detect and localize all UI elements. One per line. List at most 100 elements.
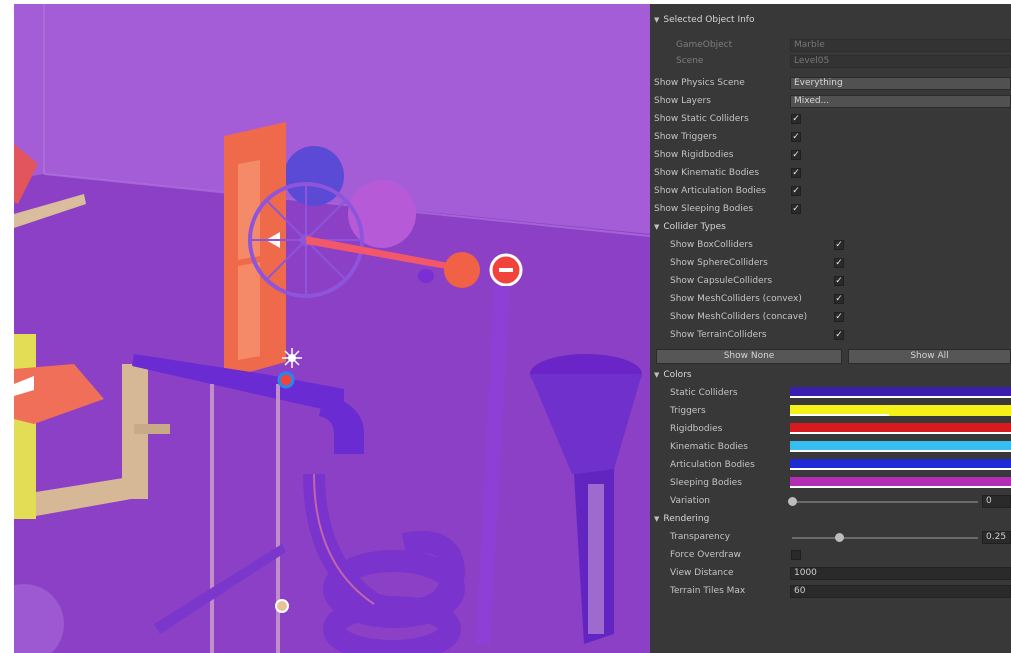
box-colliders-checkbox[interactable]: ✓: [834, 240, 844, 250]
mesh-colliders-convex-checkbox[interactable]: ✓: [834, 294, 844, 304]
collider-type-label: Show CapsuleColliders: [670, 276, 773, 286]
collider-type-label: Show SphereColliders: [670, 258, 768, 268]
color-label: Articulation Bodies: [670, 460, 755, 470]
orange-ball: [444, 252, 480, 288]
color-label: Kinematic Bodies: [670, 442, 748, 452]
transparency-row: Transparency 0.25: [650, 529, 1011, 546]
scene-row: Scene Level05: [650, 53, 1011, 70]
terrain-tiles-max-field[interactable]: 60: [790, 585, 1011, 598]
rigidbodies-color-swatch[interactable]: [790, 423, 1011, 434]
collider-type-row: Show TerrainColliders ✓: [650, 327, 1011, 344]
rigidbodies-checkbox[interactable]: ✓: [791, 150, 801, 160]
color-row: Triggers: [650, 403, 1011, 420]
colors-header[interactable]: ▼ Colors: [650, 367, 1011, 384]
collider-type-row: Show CapsuleColliders ✓: [650, 273, 1011, 290]
color-row: Sleeping Bodies: [650, 475, 1011, 492]
toggle-label: Show Kinematic Bodies: [654, 168, 760, 178]
toggle-label: Show Static Colliders: [654, 114, 749, 124]
physics-debug-panel: ▼ Selected Object Info GameObject Marble …: [650, 4, 1011, 653]
force-overdraw-row: Force Overdraw: [650, 547, 1011, 564]
mesh-colliders-concave-checkbox[interactable]: ✓: [834, 312, 844, 322]
color-label: Rigidbodies: [670, 424, 723, 434]
yellow-frame: [14, 334, 36, 519]
collider-type-label: Show MeshColliders (convex): [670, 294, 802, 304]
toggle-row: Show Sleeping Bodies ✓: [650, 201, 1011, 218]
color-row: Kinematic Bodies: [650, 439, 1011, 456]
articulation-bodies-color-swatch[interactable]: [790, 459, 1011, 470]
scene-viewport[interactable]: [14, 4, 650, 653]
show-buttons-row: Show None Show All: [650, 348, 1011, 365]
toggle-label: Show Rigidbodies: [654, 150, 734, 160]
toggle-row: Show Static Colliders ✓: [650, 111, 1011, 128]
show-physics-scene-label: Show Physics Scene: [654, 78, 745, 88]
triggers-color-swatch[interactable]: [790, 405, 1011, 416]
sleeping-bodies-color-swatch[interactable]: [790, 477, 1011, 488]
toggle-row: Show Articulation Bodies ✓: [650, 183, 1011, 200]
toggle-label: Show Sleeping Bodies: [654, 204, 754, 214]
color-label: Triggers: [670, 406, 706, 416]
transparency-value-field[interactable]: 0.25: [982, 531, 1011, 544]
collider-type-row: Show MeshColliders (convex) ✓: [650, 291, 1011, 308]
foldout-triangle-icon[interactable]: ▼: [654, 16, 659, 24]
capsule-colliders-checkbox[interactable]: ✓: [834, 276, 844, 286]
transparency-slider-handle[interactable]: [835, 533, 844, 542]
static-colliders-checkbox[interactable]: ✓: [791, 114, 801, 124]
color-label: Sleeping Bodies: [670, 478, 742, 488]
transparency-slider[interactable]: [792, 537, 978, 539]
show-physics-scene-row: Show Physics Scene Everything: [650, 75, 1011, 92]
view-distance-row: View Distance 1000: [650, 565, 1011, 582]
static-colliders-color-swatch[interactable]: [790, 387, 1011, 398]
show-layers-label: Show Layers: [654, 96, 711, 106]
terrain-colliders-checkbox[interactable]: ✓: [834, 330, 844, 340]
color-row: Articulation Bodies: [650, 457, 1011, 474]
foldout-triangle-icon[interactable]: ▼: [654, 371, 659, 379]
variation-row: Variation 0: [650, 493, 1011, 510]
toggle-row: Show Triggers ✓: [650, 129, 1011, 146]
show-none-button[interactable]: Show None: [656, 349, 842, 364]
foldout-triangle-icon[interactable]: ▼: [654, 515, 659, 523]
triggers-checkbox[interactable]: ✓: [791, 132, 801, 142]
color-row: Static Colliders: [650, 385, 1011, 402]
section-title: Collider Types: [663, 222, 726, 232]
kinematic-bodies-checkbox[interactable]: ✓: [791, 168, 801, 178]
marble-gizmo-icon[interactable]: [277, 371, 295, 389]
articulation-bodies-checkbox[interactable]: ✓: [791, 186, 801, 196]
blue-sphere: [284, 146, 344, 206]
transparency-label: Transparency: [670, 532, 731, 542]
rendering-header[interactable]: ▼ Rendering: [650, 511, 1011, 528]
view-distance-field[interactable]: 1000: [790, 567, 1011, 580]
sphere-colliders-checkbox[interactable]: ✓: [834, 258, 844, 268]
scene-field: Level05: [790, 55, 1011, 68]
force-overdraw-checkbox[interactable]: [791, 550, 801, 560]
collider-type-label: Show TerrainColliders: [670, 330, 767, 340]
toggle-row: Show Rigidbodies ✓: [650, 147, 1011, 164]
show-layers-row: Show Layers Mixed...: [650, 93, 1011, 110]
variation-slider[interactable]: [792, 501, 978, 503]
audio-gizmo-icon[interactable]: [275, 599, 289, 613]
section-title: Selected Object Info: [663, 15, 755, 25]
collider-type-row: Show SphereColliders ✓: [650, 255, 1011, 272]
collider-type-label: Show BoxColliders: [670, 240, 753, 250]
collider-types-header[interactable]: ▼ Collider Types: [650, 219, 1011, 236]
kinematic-bodies-color-swatch[interactable]: [790, 441, 1011, 452]
foldout-triangle-icon[interactable]: ▼: [654, 223, 659, 231]
variation-label: Variation: [670, 496, 710, 506]
pink-sphere: [348, 180, 416, 248]
collider-type-row: Show BoxColliders ✓: [650, 237, 1011, 254]
variation-value-field[interactable]: 0: [982, 495, 1011, 508]
variation-slider-handle[interactable]: [788, 497, 797, 506]
toggle-label: Show Articulation Bodies: [654, 186, 766, 196]
gameobject-field: Marble: [790, 39, 1011, 52]
scene-render: [14, 4, 650, 653]
show-physics-scene-dropdown[interactable]: Everything: [790, 77, 1011, 90]
selected-object-info-header[interactable]: ▼ Selected Object Info: [650, 12, 1011, 29]
gameobject-row: GameObject Marble: [650, 37, 1011, 54]
sleeping-bodies-checkbox[interactable]: ✓: [791, 204, 801, 214]
collider-type-row: Show MeshColliders (concave) ✓: [650, 309, 1011, 326]
toggle-row: Show Kinematic Bodies ✓: [650, 165, 1011, 182]
show-all-button[interactable]: Show All: [848, 349, 1011, 364]
scene-label: Scene: [676, 56, 704, 66]
show-layers-dropdown[interactable]: Mixed...: [790, 95, 1011, 108]
color-row: Rigidbodies: [650, 421, 1011, 438]
gameobject-label: GameObject: [676, 40, 733, 50]
